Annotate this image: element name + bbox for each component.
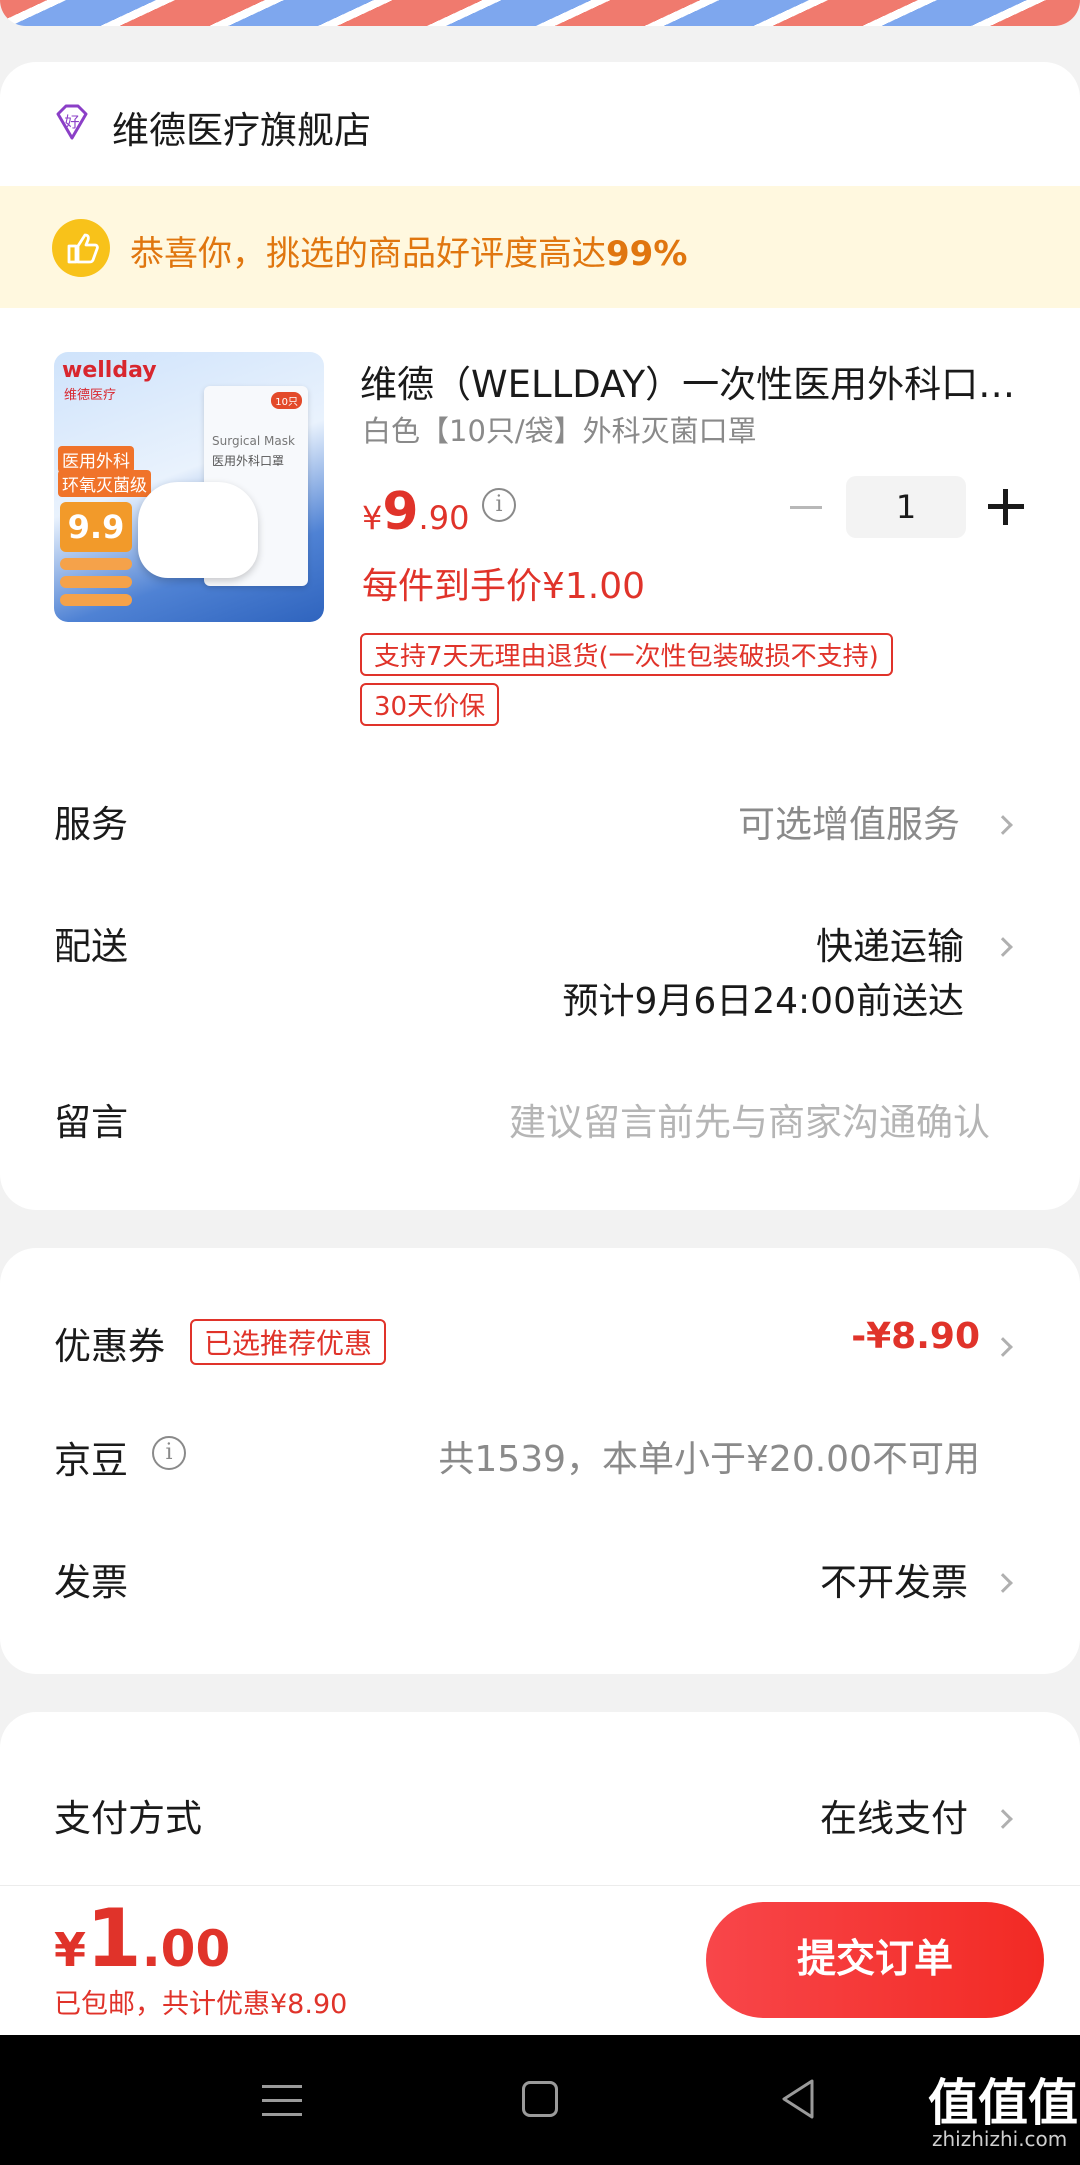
minus-icon[interactable] <box>790 506 822 509</box>
quantity-input[interactable]: 1 <box>846 476 966 538</box>
submit-order-button[interactable]: 提交订单 <box>706 1902 1044 2018</box>
return-policy-tag: 支持7天无理由退货(一次性包装破损不支持) <box>360 633 893 676</box>
chevron-right-icon[interactable] <box>993 815 1013 835</box>
payment-value[interactable]: 在线支付 <box>820 1788 968 1842</box>
chevron-right-icon[interactable] <box>993 1809 1013 1829</box>
message-label: 留言 <box>54 1101 128 1144</box>
thumb-mask-image <box>138 482 258 578</box>
watermark-url: zhizhizhi.com <box>932 2127 1068 2151</box>
rating-banner-text: 恭喜你，挑选的商品好评度高达99% <box>130 226 687 275</box>
store-name[interactable]: 维德医疗旗舰店 <box>112 100 371 154</box>
rating-rate: 99% <box>606 234 688 274</box>
order-card: 好 维德医疗旗舰店 恭喜你，挑选的商品好评度高达99% wellday 维德医疗… <box>0 62 1080 1210</box>
invoice-label: 发票 <box>54 1561 128 1604</box>
invoice-value[interactable]: 不开发票 <box>820 1552 968 1606</box>
thumb-price: 9.9 <box>60 502 132 552</box>
rating-banner-prefix: 恭喜你，挑选的商品好评度高达 <box>130 234 606 274</box>
delivery-label: 配送 <box>54 925 128 968</box>
message-input[interactable]: 建议留言前先与商家沟通确认 <box>509 1092 990 1146</box>
coupon-value[interactable]: -¥8.90 <box>851 1316 980 1357</box>
thumb-feature-pill <box>60 594 132 606</box>
total-dec: .00 <box>141 1920 231 1978</box>
thumb-brand: wellday <box>62 358 157 383</box>
info-icon[interactable]: i <box>152 1436 186 1470</box>
thumb-line2: 环氧灭菌级 <box>58 470 151 497</box>
coupon-label: 优惠券 <box>54 1325 165 1368</box>
price-protection-tag: 30天价保 <box>360 683 500 726</box>
jingdou-label: 京豆 <box>54 1439 128 1482</box>
good-store-icon: 好 <box>52 102 92 142</box>
system-nav-bar: 值值值 zhizhizhi.com <box>0 2035 1080 2165</box>
plus-icon[interactable] <box>988 489 1024 525</box>
thumb-feature-pill <box>60 558 132 570</box>
product-price: ¥9.90 <box>362 482 469 542</box>
thumb-pack: Surgical Mask <box>212 434 295 448</box>
total-note: 已包邮，共计优惠¥8.90 <box>54 1989 348 2020</box>
jingdou-value: 共1539，本单小于¥20.00不可用 <box>438 1439 980 1480</box>
final-price: 每件到手价¥1.00 <box>362 566 646 607</box>
menu-icon[interactable] <box>262 2081 302 2121</box>
coupon-badge: 已选推荐优惠 <box>190 1319 387 1365</box>
delivery-method[interactable]: 快递运输 <box>816 916 964 970</box>
info-icon[interactable]: i <box>482 488 516 522</box>
thumb-feature-pill <box>60 576 132 588</box>
airmail-border <box>0 0 1080 26</box>
rating-banner: 恭喜你，挑选的商品好评度高达99% <box>0 186 1080 308</box>
chevron-right-icon[interactable] <box>993 1337 1013 1357</box>
thumbs-up-icon <box>52 219 110 277</box>
payment-label: 支付方式 <box>54 1797 202 1840</box>
back-icon[interactable] <box>778 2077 818 2121</box>
thumb-line1: 医用外科 <box>58 446 134 473</box>
product-title[interactable]: 维德（WELLDAY）一次性医用外科口… <box>360 354 1030 408</box>
svg-text:好: 好 <box>64 113 79 131</box>
thumb-count: 10只 <box>271 392 302 409</box>
discount-card: 优惠券 已选推荐优惠 -¥8.90 京豆 i 共1539，本单小于¥20.00不… <box>0 1248 1080 1674</box>
watermark-logo: 值值值 <box>928 2074 1078 2132</box>
product-thumbnail[interactable]: wellday 维德医疗 10只 Surgical Mask 医用外科口罩 医用… <box>54 352 324 622</box>
price-symbol: ¥ <box>362 499 383 537</box>
price-dec: .90 <box>418 499 470 537</box>
chevron-right-icon[interactable] <box>993 937 1013 957</box>
thumb-pack-cn: 医用外科口罩 <box>212 454 285 468</box>
product-spec[interactable]: 白色【10只/袋】外科灭菌口罩 <box>362 408 757 450</box>
thumb-brand-cn: 维德医疗 <box>64 388 117 403</box>
service-label: 服务 <box>54 803 128 846</box>
home-icon[interactable] <box>522 2081 558 2117</box>
total-symbol: ¥ <box>54 1923 87 1977</box>
total-int: 1 <box>86 1892 142 1985</box>
service-value[interactable]: 可选增值服务 <box>738 794 960 848</box>
price-int: 9 <box>382 482 419 542</box>
checkout-bar: ¥1.00 已包邮，共计优惠¥8.90 提交订单 <box>0 1885 1080 2035</box>
total-price: ¥1.00 <box>54 1892 230 1985</box>
chevron-right-icon[interactable] <box>993 1573 1013 1593</box>
delivery-eta: 预计9月6日24:00前送达 <box>562 981 964 1022</box>
